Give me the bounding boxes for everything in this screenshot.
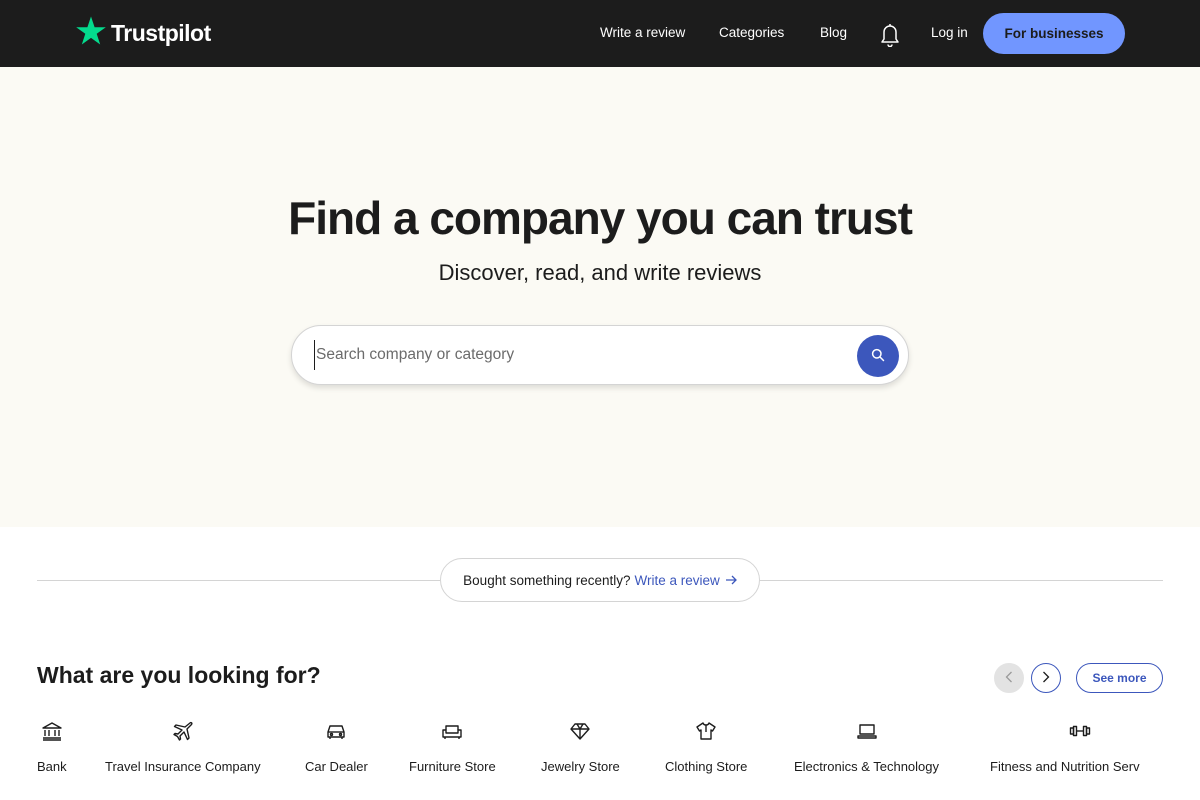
review-prompt: Bought something recently? Write a revie… [440, 558, 760, 602]
category-label: Electronics & Technology [794, 759, 940, 774]
sofa-icon [441, 720, 463, 747]
category-label: Jewelry Store [541, 759, 620, 774]
write-review-link-label: Write a review [634, 572, 720, 588]
category-bank[interactable]: Bank [37, 720, 67, 774]
logo-text: Trustpilot [111, 20, 211, 46]
for-businesses-button[interactable]: For businesses [983, 13, 1125, 54]
nav-write-review[interactable]: Write a review [600, 25, 685, 40]
chevron-left-icon [1005, 671, 1013, 686]
see-more-button[interactable]: See more [1076, 663, 1163, 693]
top-header: Trustpilot Write a review Categories Blo… [0, 0, 1200, 67]
category-label: Clothing Store [665, 759, 748, 774]
arrow-right-icon [725, 573, 737, 588]
search-bar [291, 325, 909, 385]
dumbbell-icon [1069, 720, 1091, 747]
airplane-icon [172, 720, 194, 747]
search-icon [871, 348, 885, 365]
car-icon [325, 720, 347, 747]
category-label: Travel Insurance Company [105, 759, 261, 774]
bank-icon [41, 720, 63, 747]
bell-icon[interactable] [878, 21, 902, 48]
hero-section: Find a company you can trust Discover, r… [0, 67, 1200, 527]
divider-right [760, 580, 1163, 581]
search-input[interactable] [314, 340, 844, 370]
search-button[interactable] [857, 335, 899, 377]
star-icon [75, 15, 107, 52]
nav-categories[interactable]: Categories [719, 25, 784, 40]
category-fitness[interactable]: Fitness and Nutrition Serv [990, 720, 1140, 774]
category-furniture-store[interactable]: Furniture Store [409, 720, 496, 774]
diamond-icon [569, 720, 591, 747]
category-clothing-store[interactable]: Clothing Store [665, 720, 747, 774]
category-jewelry-store[interactable]: Jewelry Store [541, 720, 620, 774]
nav-blog[interactable]: Blog [820, 25, 847, 40]
nav-login[interactable]: Log in [931, 25, 968, 40]
category-car-dealer[interactable]: Car Dealer [305, 720, 368, 774]
hero-title: Find a company you can trust [288, 192, 913, 244]
review-prompt-text: Bought something recently? [463, 572, 631, 588]
carousel-prev-button[interactable] [994, 663, 1024, 693]
category-carousel: Bank Travel Insurance Company Car Dealer [0, 720, 1150, 780]
laptop-icon [856, 720, 878, 747]
category-label: Furniture Store [409, 759, 496, 774]
hero-subtitle: Discover, read, and write reviews [438, 260, 762, 285]
write-review-link[interactable]: Write a review [635, 573, 737, 588]
category-travel-insurance[interactable]: Travel Insurance Company [105, 720, 261, 774]
chevron-right-icon [1042, 671, 1050, 686]
category-label: Fitness and Nutrition Serv [990, 759, 1140, 774]
carousel-next-button[interactable] [1031, 663, 1061, 693]
category-label: Car Dealer [305, 759, 368, 774]
trustpilot-logo[interactable]: Trustpilot [75, 15, 211, 52]
shirt-icon [695, 720, 717, 747]
divider-left [37, 580, 440, 581]
category-label: Bank [37, 759, 67, 774]
categories-title: What are you looking for? [37, 662, 321, 688]
category-electronics[interactable]: Electronics & Technology [794, 720, 939, 774]
